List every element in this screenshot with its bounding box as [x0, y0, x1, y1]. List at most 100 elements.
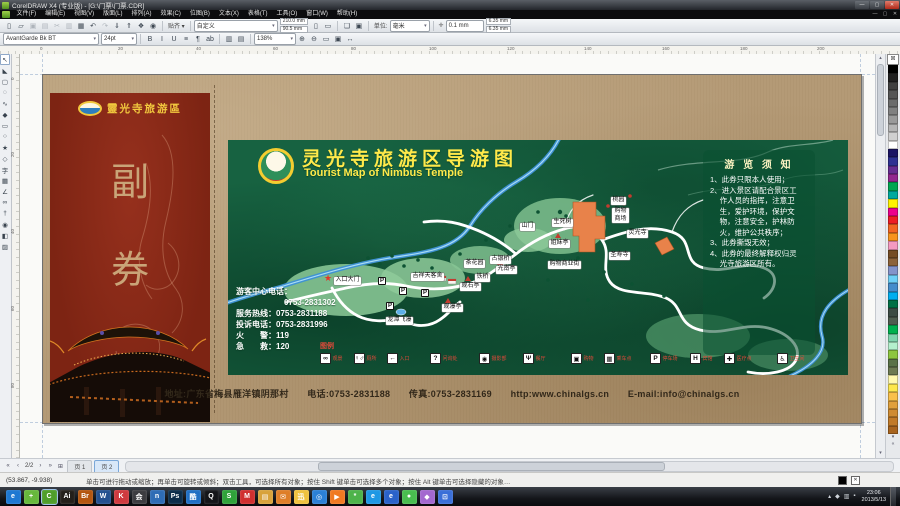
- vertical-scroll-thumb[interactable]: [877, 64, 884, 136]
- color-swatch[interactable]: [888, 90, 898, 98]
- doc-window-control-button[interactable]: ▢: [880, 10, 890, 19]
- zoom-page-button[interactable]: ▣: [333, 34, 344, 45]
- color-swatch[interactable]: [888, 266, 898, 274]
- scenic-area-logo[interactable]: [258, 148, 294, 184]
- page-tab[interactable]: 页 2: [94, 460, 119, 472]
- zoom-selection-button[interactable]: ▭: [321, 34, 332, 45]
- taskbar-app-icon[interactable]: 会: [132, 490, 147, 504]
- scroll-up-arrow[interactable]: ▴: [876, 54, 885, 63]
- portrait-button[interactable]: ▯: [310, 20, 321, 31]
- map-place-label[interactable]: 购物商场: [612, 208, 629, 223]
- taskbar-app-icon[interactable]: e: [6, 490, 21, 504]
- ticket-stub[interactable]: 靈光寺旅游區 副 券: [50, 93, 210, 422]
- palette-scroll-button[interactable]: ▾: [892, 434, 895, 441]
- taskbar-app-icon[interactable]: Ai: [60, 490, 75, 504]
- ellipse-tool[interactable]: ○: [0, 131, 10, 142]
- all-pages-button[interactable]: ❏: [341, 20, 352, 31]
- taskbar-clock[interactable]: 23:06 2013/5/13: [862, 490, 886, 503]
- map-place-label[interactable]: 观瀑亭: [442, 304, 463, 312]
- taskbar-app-icon[interactable]: ●: [402, 490, 417, 504]
- stub-quan-character[interactable]: 券: [50, 239, 210, 294]
- current-page-button[interactable]: ▣: [353, 20, 364, 31]
- color-swatch[interactable]: [888, 258, 898, 266]
- color-swatch[interactable]: [888, 417, 898, 425]
- redo-button[interactable]: ↷: [100, 20, 111, 31]
- fill-tool[interactable]: ◧: [0, 230, 10, 241]
- alignment-button[interactable]: ≡: [181, 34, 192, 45]
- color-swatch[interactable]: [888, 141, 898, 149]
- app-launcher-button[interactable]: ❖: [136, 20, 147, 31]
- taskbar-app-icon[interactable]: M: [240, 490, 255, 504]
- color-swatch[interactable]: [888, 392, 898, 400]
- taskbar-app-icon[interactable]: e: [384, 490, 399, 504]
- horizontal-scroll-thumb[interactable]: [318, 462, 665, 471]
- table-tool[interactable]: ▦: [0, 175, 10, 186]
- page-nav-button[interactable]: ›: [35, 463, 45, 469]
- outline-tool[interactable]: ◉: [0, 219, 10, 230]
- taskbar-app-icon[interactable]: ◎: [312, 490, 327, 504]
- duplicate-distance-fields[interactable]: 6.35 mm 6.35 mm: [486, 18, 511, 34]
- window-control-button[interactable]: ▢: [870, 1, 884, 9]
- tourist-map[interactable]: 灵光寺旅游区导游图 Tourist Map of Nimbus Temple 游…: [228, 140, 848, 375]
- zoom-in-button[interactable]: ⊕: [297, 34, 308, 45]
- pick-tool[interactable]: ↖: [0, 54, 10, 65]
- menu-item[interactable]: 编辑(E): [41, 10, 70, 19]
- no-fill-swatch[interactable]: ⊠: [887, 54, 899, 65]
- color-swatch[interactable]: [888, 308, 898, 316]
- map-place-label[interactable]: 山门: [520, 223, 535, 231]
- rectangle-tool[interactable]: ▭: [0, 120, 10, 131]
- palette-expand-button[interactable]: «: [892, 441, 895, 448]
- copy-button[interactable]: ▥: [64, 20, 75, 31]
- paste-button[interactable]: ▦: [76, 20, 87, 31]
- landscape-button[interactable]: ▭: [322, 20, 333, 31]
- italic-button[interactable]: I: [157, 34, 168, 45]
- map-place-label[interactable]: 生死树: [552, 219, 573, 227]
- color-swatch[interactable]: [888, 384, 898, 392]
- map-place-label[interactable]: 入口大门: [334, 277, 361, 285]
- page-tab[interactable]: 页 1: [67, 460, 92, 472]
- color-swatch[interactable]: [888, 82, 898, 90]
- nudge-field[interactable]: 0.1 mm: [446, 20, 484, 32]
- map-place-label[interactable]: 龙潭飞瀑: [386, 317, 413, 325]
- visitor-notice-panel[interactable]: 游 览 须 知 1、此券只限本人使用； 2、进入景区请配合景区工 作人员的指挥，…: [703, 150, 815, 355]
- color-swatch[interactable]: [888, 233, 898, 241]
- color-swatch[interactable]: [888, 166, 898, 174]
- tray-icon[interactable]: ▥: [844, 493, 850, 500]
- taskbar-app-icon[interactable]: 酷: [186, 490, 201, 504]
- tray-icon[interactable]: ◆: [835, 493, 840, 500]
- font-combo[interactable]: AvantGarde Bk BT▾: [3, 33, 99, 45]
- color-swatch[interactable]: [888, 409, 898, 417]
- shape-tool[interactable]: ◣: [0, 65, 10, 76]
- menu-item[interactable]: 文件(F): [12, 10, 41, 19]
- zoom-width-button[interactable]: ↔: [345, 34, 356, 45]
- color-swatch[interactable]: [888, 359, 898, 367]
- zoom-level-combo[interactable]: 138%▾: [254, 33, 296, 45]
- units-combo[interactable]: 毫米▾: [390, 20, 430, 32]
- map-place-label[interactable]: 铁桥: [475, 274, 490, 282]
- menu-item[interactable]: 表格(T): [243, 10, 272, 19]
- color-swatch[interactable]: [888, 375, 898, 383]
- color-swatch[interactable]: [888, 325, 898, 333]
- vertical-ruler[interactable]: 020406080: [12, 54, 20, 458]
- paper-size-fields[interactable]: 210.0 mm 90.5 mm: [280, 18, 308, 34]
- color-swatch[interactable]: [888, 367, 898, 375]
- taskbar-app-icon[interactable]: ▤: [258, 490, 273, 504]
- interactive-fill-tool[interactable]: ▨: [0, 241, 10, 252]
- color-swatch[interactable]: [888, 300, 898, 308]
- doc-window-control-button[interactable]: ✕: [890, 10, 900, 19]
- ticket-footer-address[interactable]: 地址:广东省梅县雁洋镇阴那村 电话:0753-2831188 传真:0753-2…: [43, 387, 861, 400]
- map-place-label[interactable]: 姐妹亭: [549, 240, 570, 248]
- interactive-blend-tool[interactable]: ∞: [0, 197, 10, 208]
- taskbar-app-icon[interactable]: C: [42, 490, 57, 504]
- text-tool[interactable]: 字: [0, 164, 10, 175]
- save-button[interactable]: ▣: [28, 20, 39, 31]
- polygon-tool[interactable]: ★: [0, 142, 10, 153]
- tray-icon[interactable]: ▪: [853, 493, 855, 500]
- paper-preset-combo[interactable]: 自定义▾: [194, 20, 278, 32]
- menu-item[interactable]: 视图(V): [70, 10, 99, 19]
- taskbar-app-icon[interactable]: +: [24, 490, 39, 504]
- taskbar-app-icon[interactable]: n: [150, 490, 165, 504]
- color-swatch[interactable]: [888, 157, 898, 165]
- taskbar-app-icon[interactable]: *: [348, 490, 363, 504]
- color-swatch[interactable]: [888, 334, 898, 342]
